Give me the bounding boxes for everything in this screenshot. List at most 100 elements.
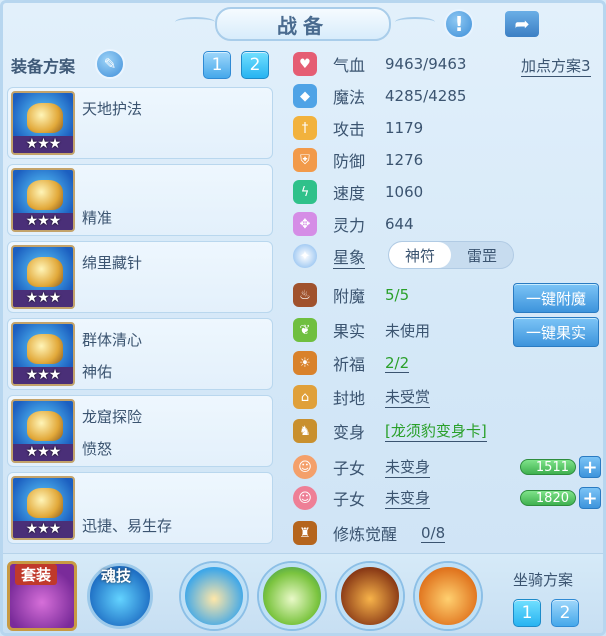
child-icon: ☺ xyxy=(293,455,317,479)
pet-slot-4-icon[interactable] xyxy=(415,563,481,629)
stat-label: 攻击 xyxy=(333,120,366,139)
share-arrow-icon[interactable]: ➦ xyxy=(505,11,539,37)
toggle-option-leigang[interactable]: 雷罡 xyxy=(451,242,513,268)
exclamation-icon[interactable]: ! xyxy=(444,9,474,39)
equip-plan-1-button[interactable]: 1 xyxy=(203,51,231,79)
equip-line1: 天地护法 xyxy=(82,100,143,118)
equip-line1: 绵里藏针 xyxy=(82,254,143,272)
stat-value: 4285/4285 xyxy=(385,87,467,105)
fruit-icon: ❦ xyxy=(293,318,317,342)
fief-icon: ⌂ xyxy=(293,385,317,409)
pet-slot-3-icon[interactable] xyxy=(337,563,403,629)
stat-row-hp: ♥ 气血 9463/9463 xyxy=(293,50,466,78)
star-rating: ★★★ xyxy=(13,444,73,461)
equip-card[interactable]: ★★★ 迅捷、易生存 xyxy=(7,472,273,544)
title-ornament-right xyxy=(395,17,435,27)
heart-icon: ♥ xyxy=(293,52,317,76)
child2-label: 子女 xyxy=(333,490,366,509)
blessing-icon: ☀ xyxy=(293,351,317,375)
equip-card[interactable]: ★★★ 绵里藏针 xyxy=(7,241,273,313)
fief-row: ⌂ 封地 未受赏 xyxy=(293,383,431,411)
star-sign-icon: ✦ xyxy=(293,244,317,268)
child2-plus-button[interactable]: + xyxy=(579,487,601,509)
equipment-icon: ★★★ xyxy=(11,245,75,309)
equip-card[interactable]: ★★★ 天地护法 xyxy=(7,87,273,159)
one-click-fruit-button[interactable]: 一键果实 xyxy=(513,317,599,347)
stat-row-spirit: ✥ 灵力 644 xyxy=(293,210,414,238)
stat-row-mp: ◆ 魔法 4285/4285 xyxy=(293,82,466,110)
equipment-icon: ★★★ xyxy=(11,91,75,155)
stat-plan-link[interactable]: 加点方案3 xyxy=(521,55,591,77)
mana-icon: ◆ xyxy=(293,84,317,108)
stat-value: 1060 xyxy=(385,183,424,201)
sword-icon: † xyxy=(293,116,317,140)
shield-icon: ⛨ xyxy=(293,148,317,172)
equip-line2: 神佑 xyxy=(82,363,113,381)
equip-card[interactable]: ★★★ 群体清心 神佑 xyxy=(7,318,273,390)
awaken-value[interactable]: 0/8 xyxy=(421,524,446,543)
page-title: 战备 xyxy=(215,7,391,41)
pet-slot-2-icon[interactable] xyxy=(259,563,325,629)
child2-value-bar: 1820 xyxy=(520,490,576,506)
stat-row-speed: ϟ 速度 1060 xyxy=(293,178,423,206)
lightning-icon: ϟ xyxy=(293,180,317,204)
child1-value-bar: 1511 xyxy=(520,459,576,475)
soul-skill-label: 魂技 xyxy=(101,567,132,585)
awaken-label: 修炼觉醒 xyxy=(333,525,398,544)
transform-value[interactable]: [龙须豹变身卡] xyxy=(385,420,487,442)
child1-value[interactable]: 未变身 xyxy=(385,456,431,478)
child1-row: ☺ 子女 未变身 xyxy=(293,453,431,481)
stat-value: 644 xyxy=(385,215,414,233)
blessing-label: 祈福 xyxy=(333,355,366,374)
equip-line1: 龙窟探险 xyxy=(82,408,143,426)
pencil-icon[interactable]: ✎ xyxy=(95,49,125,79)
stat-label: 速度 xyxy=(333,184,366,203)
fruit-label: 果实 xyxy=(333,322,366,341)
equip-line1: 群体清心 xyxy=(82,331,143,349)
battle-prep-panel: 战备 ! ➦ 装备方案 ✎ 1 2 ★★★ 天地护法 ★★★ 精准 ★★★ 绵里… xyxy=(0,0,606,636)
stat-label: 魔法 xyxy=(333,88,366,107)
child1-label: 子女 xyxy=(333,459,366,478)
child-icon: ☺ xyxy=(293,486,317,510)
equip-card[interactable]: ★★★ 龙窟探险 愤怒 xyxy=(7,395,273,467)
star-sign-label[interactable]: 星象 xyxy=(333,244,366,269)
equip-plan-2-button[interactable]: 2 xyxy=(241,51,269,79)
stat-value: 1276 xyxy=(385,151,424,169)
stat-row-defense: ⛨ 防御 1276 xyxy=(293,146,423,174)
title-ornament-left xyxy=(175,17,215,27)
star-rating: ★★★ xyxy=(13,521,73,538)
mount-plan-2-button[interactable]: 2 xyxy=(551,599,579,627)
fief-value[interactable]: 未受赏 xyxy=(385,386,431,408)
mount-plan-1-button[interactable]: 1 xyxy=(513,599,541,627)
enchant-label: 附魔 xyxy=(333,287,366,306)
toggle-option-shenfu[interactable]: 神符 xyxy=(389,242,451,268)
equipment-icon: ★★★ xyxy=(11,168,75,232)
enchant-icon: ♨ xyxy=(293,283,317,307)
child1-plus-button[interactable]: + xyxy=(579,456,601,478)
transform-label: 变身 xyxy=(333,423,366,442)
pet-slot-1-icon[interactable] xyxy=(181,563,247,629)
stat-row-attack: † 攻击 1179 xyxy=(293,114,423,142)
equip-line2: 迅捷、易生存 xyxy=(82,517,173,535)
fruit-row: ❦ 果实 未使用 xyxy=(293,316,430,344)
stat-label: 灵力 xyxy=(333,216,366,235)
child2-row: ☺ 子女 未变身 xyxy=(293,484,431,512)
blessing-value[interactable]: 2/2 xyxy=(385,354,410,373)
one-click-enchant-button[interactable]: 一键附魔 xyxy=(513,283,599,313)
stat-value: 1179 xyxy=(385,119,424,137)
equip-line2: 精准 xyxy=(82,209,113,227)
equipment-icon: ★★★ xyxy=(11,476,75,540)
blessing-row: ☀ 祈福 2/2 xyxy=(293,349,410,377)
star-rating: ★★★ xyxy=(13,136,73,153)
equip-line2: 愤怒 xyxy=(82,440,113,458)
stat-row-star: ✦ 星象 xyxy=(293,242,366,270)
spirit-icon: ✥ xyxy=(293,212,317,236)
child2-value[interactable]: 未变身 xyxy=(385,487,431,509)
awaken-row: ♜ 修炼觉醒 0/8 xyxy=(293,519,446,547)
equipment-icon: ★★★ xyxy=(11,399,75,463)
enchant-value: 5/5 xyxy=(385,286,410,304)
stat-value: 9463/9463 xyxy=(385,55,467,73)
star-sign-toggle[interactable]: 神符 雷罡 xyxy=(388,241,514,269)
equipment-icon: ★★★ xyxy=(11,322,75,386)
equip-card[interactable]: ★★★ 精准 xyxy=(7,164,273,236)
